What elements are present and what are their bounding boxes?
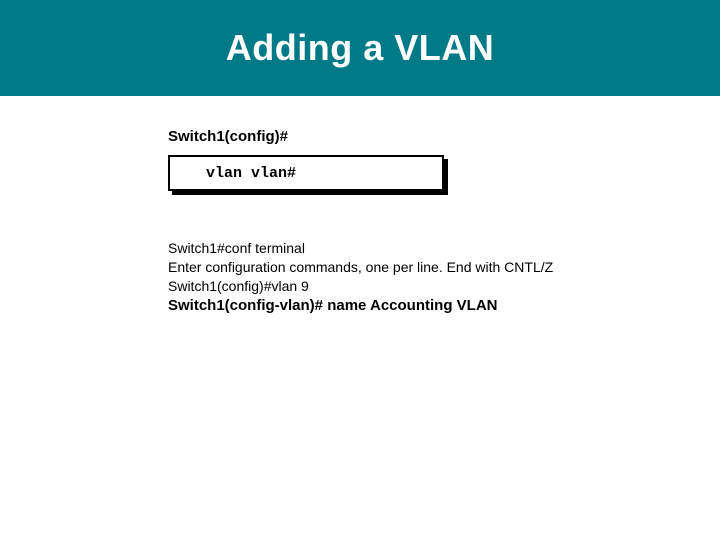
syntax-box: vlan vlan#: [168, 155, 448, 195]
transcript-prompt-bold: Switch1(config-vlan)#: [168, 297, 323, 314]
transcript-line: Switch1#conf terminal: [168, 239, 720, 258]
cli-transcript: Switch1#conf terminal Enter configuratio…: [168, 239, 720, 316]
config-prompt: Switch1(config)#: [168, 128, 720, 145]
syntax-box-inner: vlan vlan#: [168, 155, 444, 191]
title-band: Adding a VLAN: [0, 0, 720, 96]
transcript-line: Switch1(config)#vlan 9: [168, 277, 720, 296]
syntax-text: vlan vlan#: [206, 165, 296, 182]
transcript-line: Switch1(config-vlan)# name Accounting VL…: [168, 296, 720, 316]
content-area: Switch1(config)# vlan vlan# Switch1#conf…: [0, 96, 720, 316]
transcript-line: Enter configuration commands, one per li…: [168, 258, 720, 277]
slide-title: Adding a VLAN: [226, 27, 494, 69]
transcript-command-bold: name Accounting VLAN: [323, 297, 497, 314]
